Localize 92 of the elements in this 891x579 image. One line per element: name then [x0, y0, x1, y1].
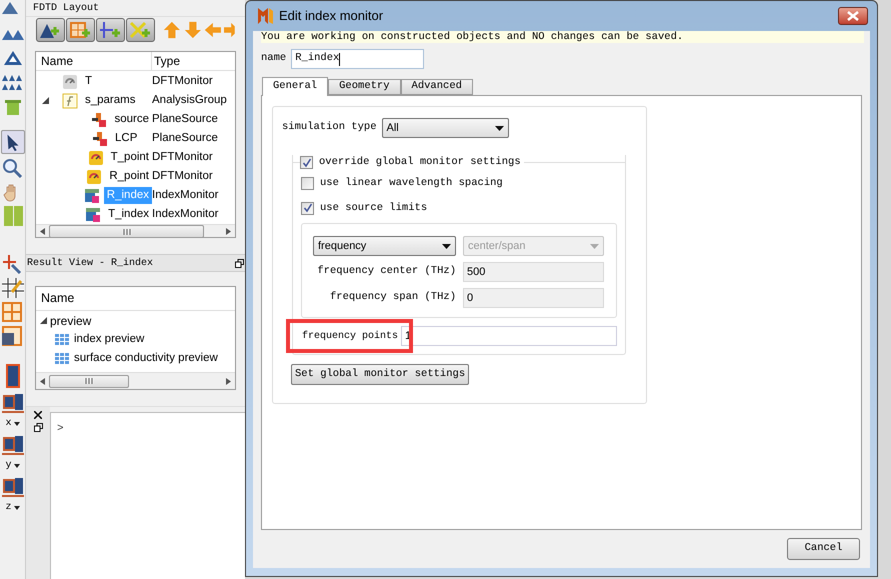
- object-type: IndexMonitor: [152, 206, 218, 222]
- zoom-extent-icon[interactable]: [2, 254, 24, 274]
- source-icon: [91, 112, 108, 128]
- panel-title: Result View - R_index: [27, 256, 154, 270]
- close-button[interactable]: [838, 7, 868, 25]
- slab-icon[interactable]: [2, 434, 24, 456]
- set-global-button[interactable]: Set global monitor settings: [291, 364, 470, 386]
- result-item[interactable]: index preview: [74, 330, 144, 348]
- slab-icon[interactable]: [2, 392, 24, 414]
- magnifier-icon[interactable]: [2, 158, 24, 178]
- axis-dropdown[interactable]: z: [5, 502, 20, 514]
- slab-icon[interactable]: [2, 476, 24, 498]
- source-icon: [92, 130, 108, 146]
- axis-dropdown[interactable]: x: [5, 418, 20, 430]
- restore-icon[interactable]: [235, 258, 244, 268]
- expanded-caret-icon[interactable]: [40, 317, 47, 324]
- pointer-icon[interactable]: [0, 130, 24, 154]
- field-label: frequency span (THz): [328, 290, 456, 306]
- tab[interactable]: Advanced: [400, 79, 473, 95]
- object-name[interactable]: T_point: [108, 148, 152, 166]
- dropdown[interactable]: frequency: [313, 236, 456, 256]
- axis-dropdown[interactable]: y: [5, 460, 20, 472]
- dropdown-arrow-icon[interactable]: [14, 506, 20, 510]
- object-type: DFTMonitor: [152, 150, 213, 165]
- tab[interactable]: Geometry: [328, 79, 401, 95]
- table-icon: [55, 352, 69, 364]
- grid-calculator-icon[interactable]: [2, 326, 24, 346]
- tab[interactable]: General: [262, 77, 328, 96]
- scroll-right-icon[interactable]: [226, 228, 231, 235]
- notice-bar: You are working on constructed objects and NO changes can be saved.: [261, 31, 864, 43]
- checkbox[interactable]: [300, 156, 313, 170]
- checkbox-label[interactable]: override global monitor settings: [319, 155, 521, 171]
- scroll-right-icon[interactable]: [226, 378, 231, 384]
- scroll-left-icon[interactable]: [40, 378, 45, 384]
- object-type: IndexMonitor: [152, 188, 218, 203]
- app-logo-icon: [258, 8, 273, 24]
- gauge-icon: [86, 168, 102, 184]
- table-icon: [55, 334, 69, 346]
- console[interactable]: >: [50, 412, 245, 579]
- scroll-left-icon[interactable]: [40, 228, 45, 235]
- gauge-icon: [88, 150, 104, 166]
- dropdown[interactable]: All: [382, 118, 509, 138]
- index-monitor-icon: [85, 206, 102, 222]
- add-monitor-button[interactable]: [126, 18, 155, 42]
- dropdown-arrow-icon[interactable]: [442, 244, 451, 249]
- object-name[interactable]: s_params: [82, 92, 138, 110]
- object-type: PlaneSource: [152, 130, 218, 146]
- object-name[interactable]: R_point: [106, 168, 152, 186]
- checkbox[interactable]: [301, 177, 314, 190]
- result-item[interactable]: surface conductivity preview: [74, 350, 218, 368]
- horizontal-scrollbar[interactable]: [36, 224, 235, 237]
- vertical-block-icon[interactable]: [6, 364, 20, 388]
- expanded-caret-icon[interactable]: [42, 97, 49, 104]
- object-type: AnalysisGroup: [152, 92, 227, 108]
- object-name[interactable]: T_index: [105, 206, 152, 224]
- panel-title: FDTD Layout: [33, 2, 100, 16]
- field-label: simulation type: [282, 120, 377, 136]
- result-group[interactable]: preview: [50, 312, 92, 330]
- console-prompt: >: [57, 423, 64, 435]
- add-port-button[interactable]: [96, 18, 125, 42]
- object-type: PlaneSource: [152, 112, 218, 127]
- column-header[interactable]: Name: [41, 289, 74, 308]
- object-type: DFTMonitor: [152, 168, 213, 184]
- checkbox[interactable]: [301, 202, 314, 215]
- cancel-button[interactable]: Cancel: [787, 538, 860, 560]
- column-header[interactable]: Type: [152, 52, 235, 70]
- checkbox-label[interactable]: use linear wavelength spacing: [320, 176, 503, 192]
- scrollbar-thumb[interactable]: [49, 374, 129, 388]
- gauge-icon: [62, 74, 78, 90]
- close-icon[interactable]: [34, 411, 42, 419]
- dropdown-arrow-icon[interactable]: [14, 464, 20, 468]
- function-icon: [62, 92, 78, 108]
- add-structure-button[interactable]: [36, 18, 65, 42]
- name-field[interactable]: R_index: [291, 49, 424, 69]
- grid-pencil-icon[interactable]: [2, 278, 24, 298]
- horizontal-scrollbar[interactable]: [36, 372, 235, 389]
- object-name[interactable]: T: [82, 72, 96, 90]
- field-label: frequency center (THz): [316, 264, 456, 280]
- field-label: frequency points: [301, 330, 400, 344]
- add-mesh-button[interactable]: [66, 18, 95, 42]
- object-name[interactable]: source: [111, 110, 152, 128]
- dropdown-arrow-icon[interactable]: [14, 422, 20, 426]
- restore-icon[interactable]: [34, 423, 42, 432]
- field-label: name: [261, 51, 286, 66]
- window-title: Edit index monitor: [279, 7, 384, 26]
- object-name[interactable]: LCP: [112, 130, 140, 148]
- object-type: DFTMonitor: [152, 74, 213, 89]
- scrollbar-thumb[interactable]: [49, 225, 204, 237]
- index-monitor-icon: [84, 188, 100, 204]
- dropdown-arrow-icon[interactable]: [494, 126, 504, 130]
- checkbox-label[interactable]: use source limits: [320, 200, 428, 216]
- column-header[interactable]: Name: [36, 52, 152, 70]
